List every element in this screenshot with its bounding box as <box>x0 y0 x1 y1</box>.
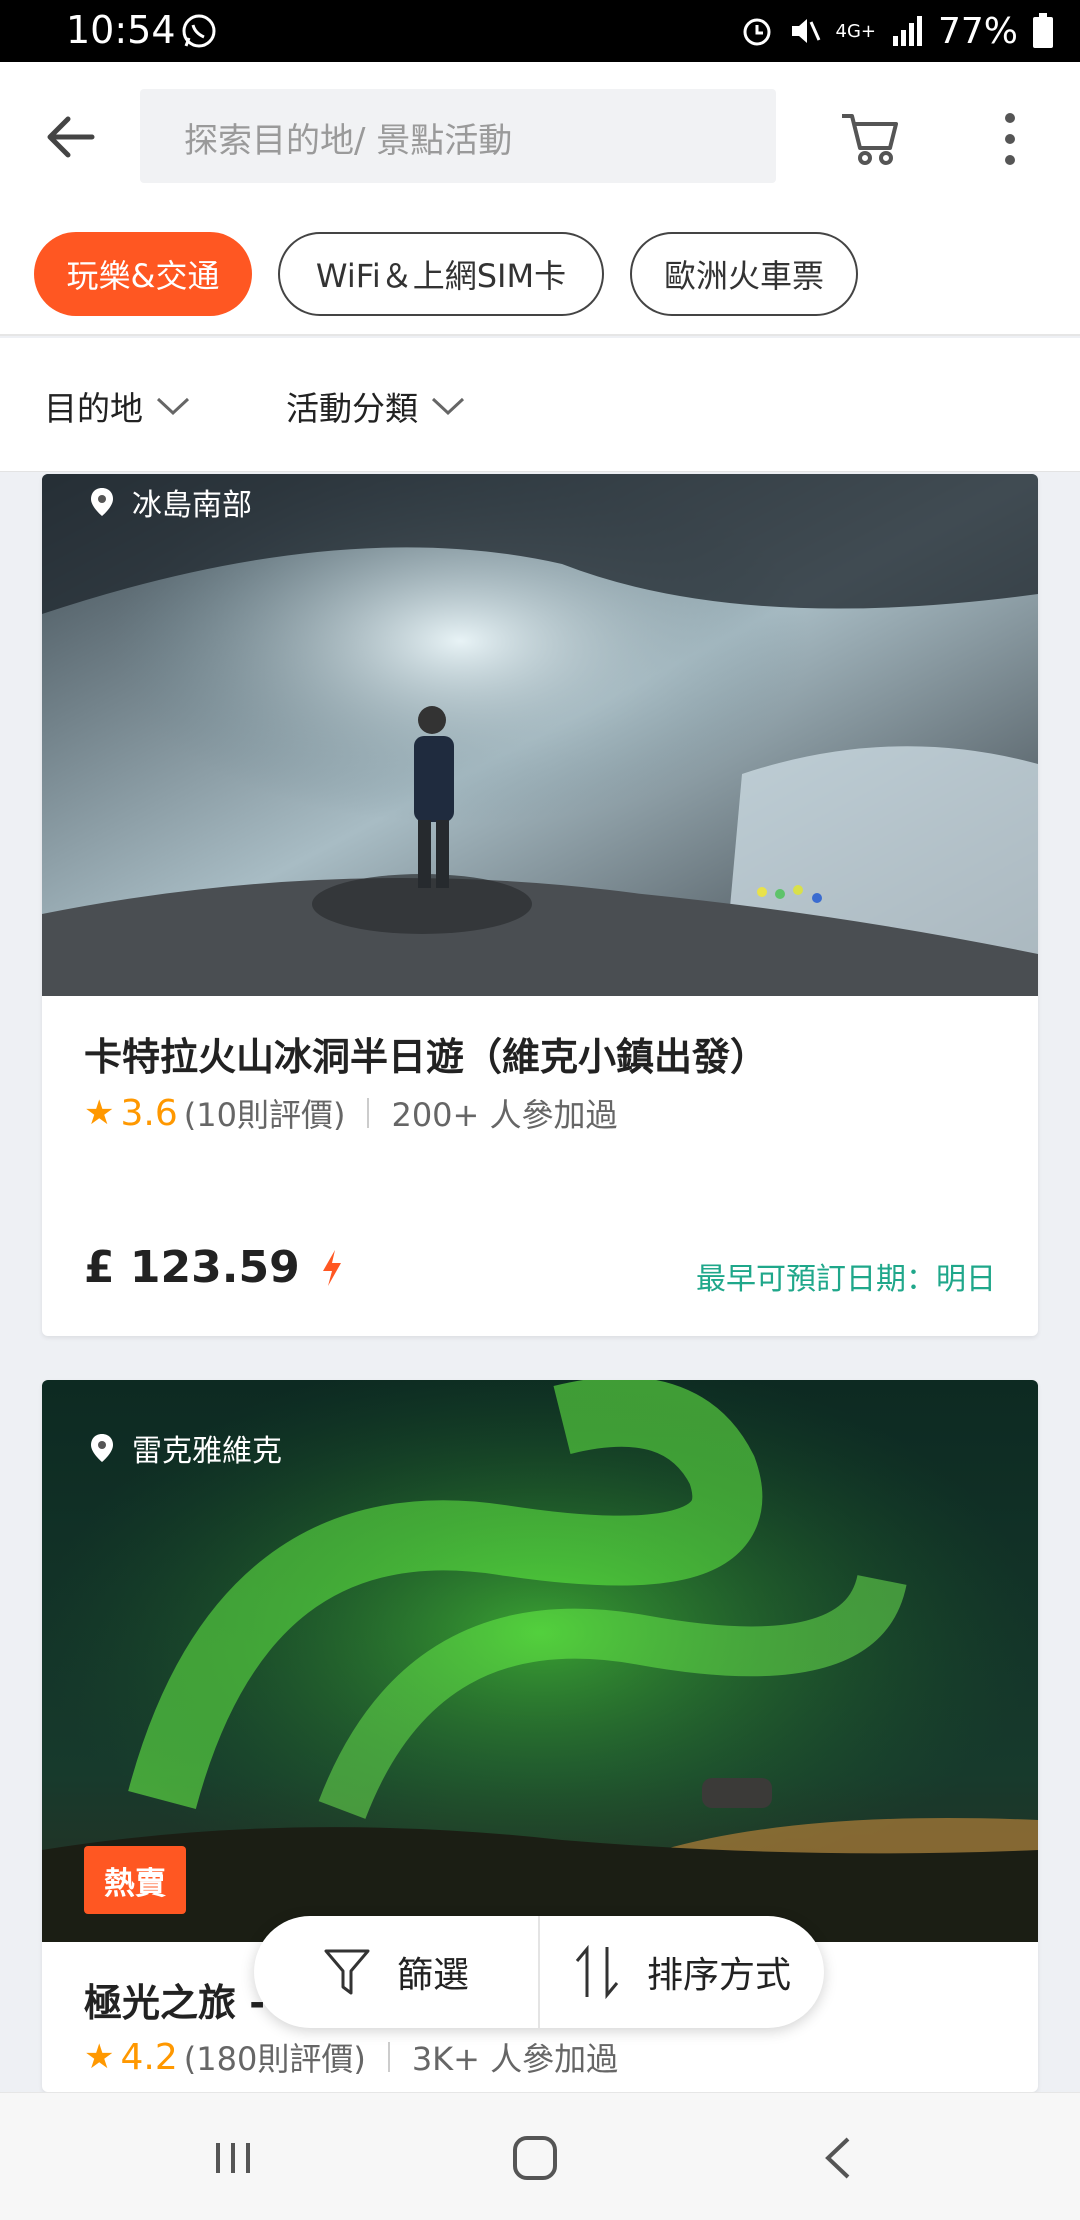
chip-europe-rail[interactable]: 歐洲火車票 <box>630 232 858 316</box>
review-count: (10則評價) <box>183 1096 346 1134</box>
participant-count: 3K+ 人參加過 <box>411 2040 619 2078</box>
sort-arrows-icon <box>575 1945 619 1999</box>
rating-score: 3.6 <box>120 1092 178 1134</box>
destination-dropdown[interactable]: 目的地 <box>44 382 191 430</box>
category-dropdown[interactable]: 活動分類 <box>286 382 466 430</box>
mute-icon <box>791 19 820 43</box>
divider <box>367 1098 370 1128</box>
cart-icon[interactable] <box>836 102 906 172</box>
funnel-icon <box>324 1949 370 1995</box>
price-row: £ 123.59 <box>84 1242 344 1293</box>
chevron-down-icon <box>156 397 190 416</box>
sort-button[interactable]: 排序方式 <box>540 1916 824 2028</box>
location-pin-icon <box>91 1434 113 1462</box>
hot-sale-badge: 熱賣 <box>84 1846 186 1914</box>
app-bar: 探索目的地/ 景點活動 <box>0 62 1080 210</box>
back-nav-icon[interactable] <box>804 2123 874 2193</box>
price: £ 123.59 <box>84 1242 300 1293</box>
activity-title[interactable]: 極光之旅 - <box>84 1972 265 2027</box>
divider <box>387 2042 390 2072</box>
status-bar: 10:54 4G+ 77% <box>0 0 1080 62</box>
rating-score: 4.2 <box>120 2036 178 2078</box>
star-icon: ★ <box>84 2037 115 2077</box>
participant-count: 200+ 人參加過 <box>391 1096 618 1134</box>
system-nav-bar <box>0 2092 1080 2220</box>
category-chips: 玩樂&交通 WiFi＆上網SIM卡 歐洲火車票 <box>0 210 1080 336</box>
network-type: 4G+ <box>835 20 876 42</box>
location-text: 冰島南部 <box>132 488 252 523</box>
ice-cave-image <box>42 474 1038 996</box>
home-icon[interactable] <box>500 2123 570 2193</box>
filter-label: 篩選 <box>396 1955 469 1996</box>
recent-apps-icon[interactable] <box>198 2123 268 2193</box>
activity-title[interactable]: 卡特拉火山冰洞半日遊（維克小鎮出發） <box>84 1026 768 1081</box>
review-count: (180則評價) <box>183 2040 366 2078</box>
location-pin-icon <box>91 488 113 516</box>
alarm-icon <box>743 18 770 46</box>
search-placeholder: 探索目的地/ 景點活動 <box>184 121 513 161</box>
filter-bar: 目的地 活動分類 <box>0 338 1080 472</box>
destination-label: 目的地 <box>44 389 143 428</box>
battery-icon <box>1033 13 1053 48</box>
filter-button[interactable]: 篩選 <box>254 1916 538 2028</box>
location-tag: 雷克雅維克 <box>90 1426 282 1470</box>
rating-row: ★ 4.2 (180則評價) 3K+ 人參加過 <box>84 2034 618 2080</box>
battery-percent: 77% <box>937 10 1018 52</box>
location-tag: 冰島南部 <box>90 480 252 524</box>
chip-activities-transport[interactable]: 玩樂&交通 <box>34 232 252 316</box>
more-options-icon[interactable] <box>990 104 1030 174</box>
lightning-icon <box>322 1249 341 1286</box>
chip-wifi-sim[interactable]: WiFi＆上網SIM卡 <box>278 232 604 316</box>
activity-card[interactable]: 冰島南部 卡特拉火山冰洞半日遊（維克小鎮出發） ★ 3.6 (10則評價) 20… <box>42 474 1038 1336</box>
filter-sort-bar: 篩選 排序方式 <box>254 1916 824 2028</box>
signal-icon <box>892 16 922 46</box>
chevron-down-icon <box>431 397 465 416</box>
location-text: 雷克雅維克 <box>132 1434 282 1469</box>
whatsapp-icon <box>182 14 216 48</box>
earliest-booking-date: 最早可預訂日期：明日 <box>696 1262 996 1297</box>
star-icon: ★ <box>84 1093 115 1133</box>
rating-row: ★ 3.6 (10則評價) 200+ 人參加過 <box>84 1090 618 1136</box>
sort-label: 排序方式 <box>646 1955 791 1996</box>
search-input[interactable]: 探索目的地/ 景點活動 <box>140 89 776 183</box>
category-label: 活動分類 <box>286 389 418 428</box>
status-time: 10:54 <box>66 8 176 52</box>
back-arrow-icon[interactable] <box>36 102 106 172</box>
